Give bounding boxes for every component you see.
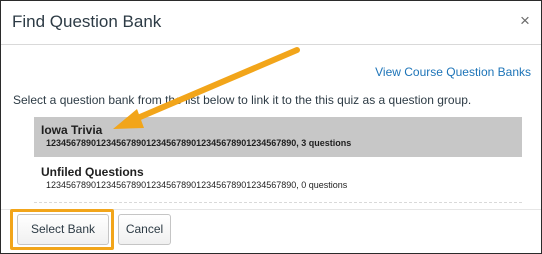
bank-item-unfiled-questions[interactable]: Unfiled Questions 1234567890123456789012… — [34, 159, 522, 203]
instructions-text: Select a question bank from the list bel… — [13, 93, 472, 107]
bank-name: Unfiled Questions — [41, 165, 144, 179]
question-bank-list: Iowa Trivia 1234567890123456789012345678… — [34, 117, 522, 203]
select-bank-button[interactable]: Select Bank — [17, 214, 109, 245]
footer-divider — [1, 209, 541, 210]
bank-name: Iowa Trivia — [41, 123, 103, 137]
bank-meta: 1234567890123456789012345678901234567890… — [46, 138, 352, 148]
cancel-button[interactable]: Cancel — [118, 214, 171, 245]
dialog-title: Find Question Bank — [12, 12, 162, 31]
bank-meta: 1234567890123456789012345678901234567890… — [46, 180, 348, 190]
bank-item-iowa-trivia[interactable]: Iowa Trivia 1234567890123456789012345678… — [34, 117, 522, 157]
view-course-question-banks-link[interactable]: View Course Question Banks — [375, 65, 531, 79]
dialog-header: Find Question Bank × — [1, 1, 541, 45]
find-question-bank-dialog: Find Question Bank × View Course Questio… — [0, 0, 542, 254]
close-icon[interactable]: × — [517, 12, 533, 30]
